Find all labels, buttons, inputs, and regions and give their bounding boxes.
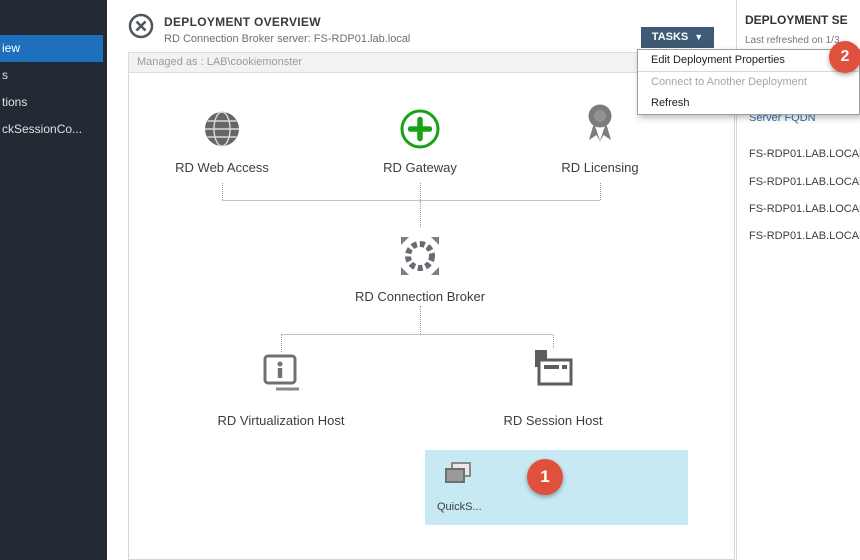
rd-virtualization-host-label: RD Virtualization Host	[191, 413, 371, 428]
page-subtitle: RD Connection Broker server: FS-RDP01.la…	[164, 33, 410, 45]
menu-item-edit-deployment-properties[interactable]: Edit Deployment Properties	[638, 50, 859, 72]
connector-line	[420, 306, 421, 334]
collection-label: QuickS...	[437, 501, 482, 513]
sidebar-item-quicksessioncollection[interactable]: ckSessionCo...	[0, 116, 107, 143]
rd-connection-broker-icon[interactable]	[392, 228, 448, 289]
sidebar-item-overview[interactable]: iew	[0, 35, 103, 62]
menu-item-connect-to-another-deployment: Connect to Another Deployment	[638, 72, 859, 93]
rd-virtualization-host-icon[interactable]	[259, 352, 303, 401]
connector-line	[281, 334, 553, 335]
connector-line	[600, 183, 601, 200]
rd-connection-broker-label: RD Connection Broker	[340, 289, 500, 304]
nav-sidebar: iew s tions ckSessionCo...	[0, 0, 107, 560]
right-panel-title: DEPLOYMENT SE	[745, 13, 848, 27]
server-row[interactable]: FS-RDP01.LAB.LOCAL	[749, 230, 860, 242]
connector-line	[222, 183, 223, 200]
rd-web-access-icon[interactable]	[196, 103, 248, 160]
connector-line	[222, 200, 600, 201]
tasks-button-label: TASKS	[652, 31, 688, 43]
annotation-badge-1: 1	[527, 459, 563, 495]
collection-icon	[441, 459, 475, 498]
rd-gateway-icon[interactable]	[397, 106, 443, 157]
annotation-badge-2: 2	[829, 41, 860, 73]
nav-items: iew s tions ckSessionCo...	[0, 0, 107, 143]
server-row[interactable]: FS-RDP01.LAB.LOCAL	[749, 176, 860, 188]
server-row[interactable]: FS-RDP01.LAB.LOCAL	[749, 148, 860, 160]
rd-web-access-label: RD Web Access	[147, 160, 297, 175]
rd-session-host-label: RD Session Host	[478, 413, 628, 428]
sidebar-item-servers[interactable]: s	[0, 62, 107, 89]
connector-line	[420, 183, 421, 200]
connector-line	[420, 201, 421, 227]
sidebar-item-collections[interactable]: tions	[0, 89, 107, 116]
connector-line	[281, 335, 282, 352]
right-panel-refresh-timestamp: Last refreshed on 1/3	[745, 35, 840, 46]
connector-line	[553, 335, 554, 348]
menu-item-refresh[interactable]: Refresh	[638, 93, 859, 114]
server-row[interactable]: FS-RDP01.LAB.LOCAL	[749, 203, 860, 215]
tasks-button[interactable]: TASKS ▼	[641, 27, 714, 48]
page-title: DEPLOYMENT OVERVIEW	[164, 15, 321, 29]
rd-licensing-icon[interactable]	[576, 99, 624, 152]
tasks-dropdown-menu: Edit Deployment Properties Connect to An…	[637, 49, 860, 115]
rd-gateway-label: RD Gateway	[370, 160, 470, 175]
rd-session-host-icon[interactable]	[528, 348, 578, 403]
deployment-overview-icon	[127, 12, 155, 40]
chevron-down-icon: ▼	[694, 32, 703, 42]
rd-licensing-label: RD Licensing	[550, 160, 650, 175]
